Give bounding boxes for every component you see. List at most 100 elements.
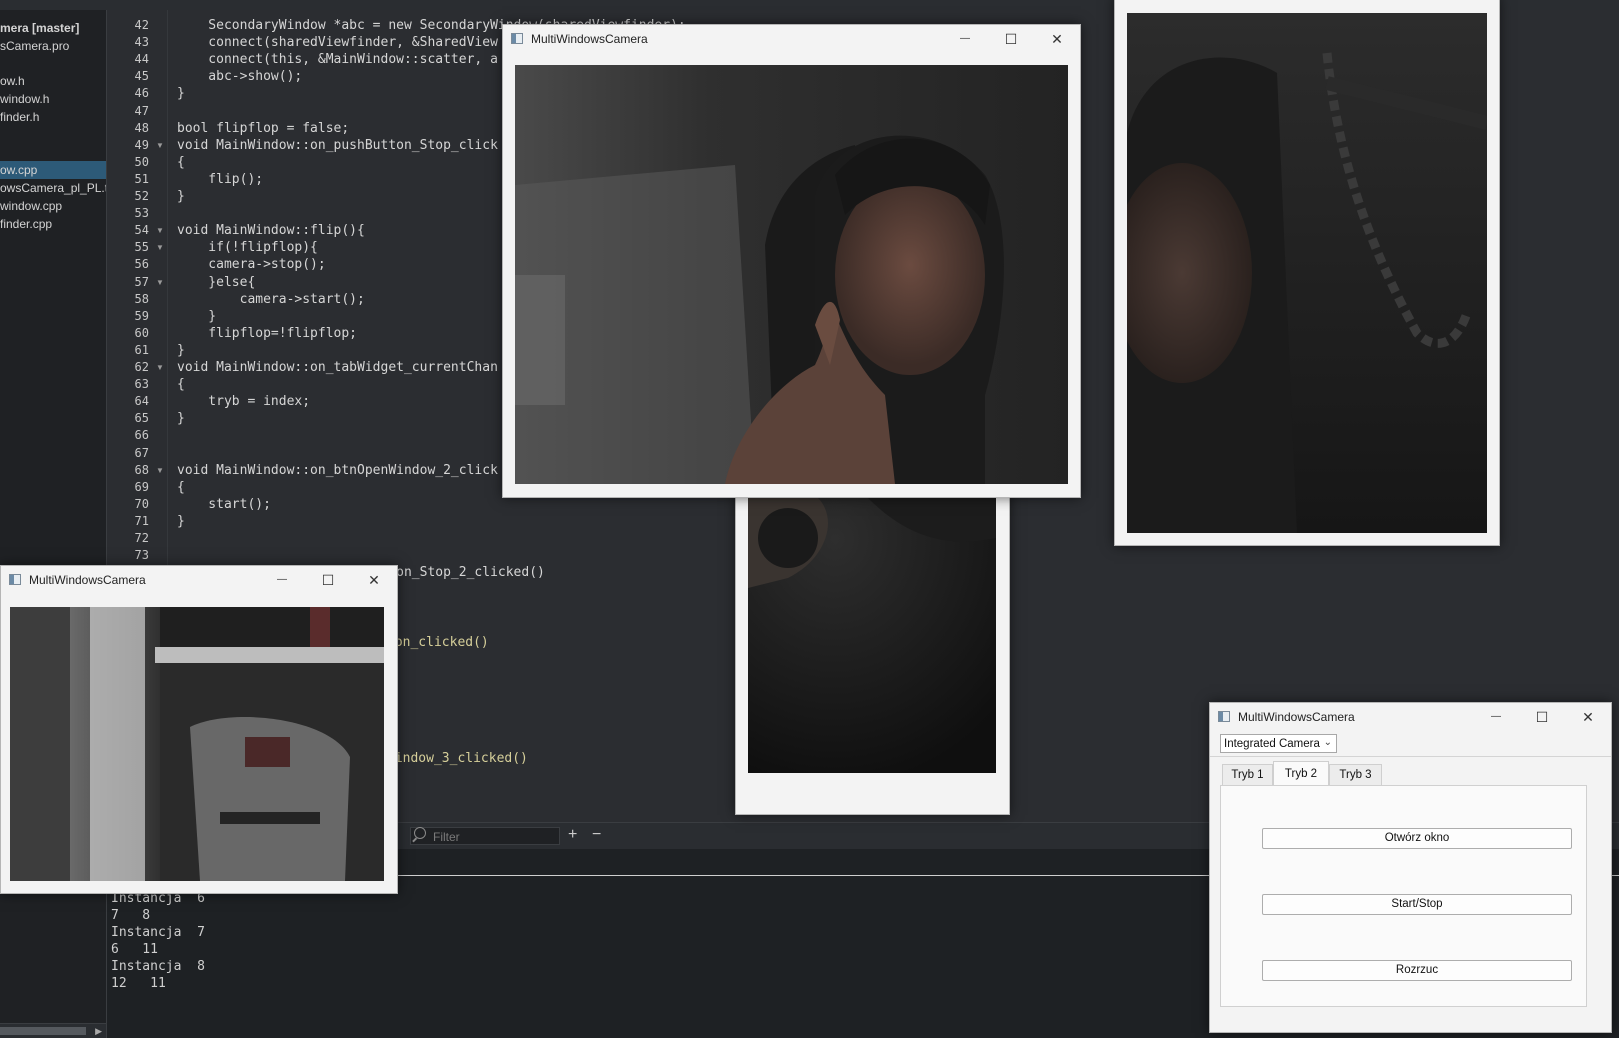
line-number: 60 — [134, 325, 149, 340]
window-title: MultiWindowsCamera — [531, 32, 648, 46]
line-number: 44 — [134, 52, 149, 67]
code-line: bool flipflop = false; — [177, 120, 350, 136]
close-button[interactable]: ✕ — [1565, 703, 1611, 731]
start-stop-button[interactable]: Start/Stop — [1262, 894, 1572, 915]
tab-content-pane: Otwórz okno Start/Stop Rozrzuc — [1220, 785, 1587, 1007]
camera-viewfinder — [1127, 13, 1487, 533]
code-line: connect(sharedViewfinder, &SharedView — [177, 35, 498, 51]
main-control-window[interactable]: MultiWindowsCamera — ☐ ✕ Integrated Came… — [1209, 702, 1612, 1033]
code-line: abc->show(); — [177, 69, 303, 85]
chevron-down-icon: ⌄ — [1323, 737, 1332, 748]
line-number: 65 — [134, 411, 149, 426]
code-line: } — [177, 189, 185, 204]
fold-toggle-icon[interactable]: ▼ — [156, 359, 164, 376]
fold-toggle-icon[interactable]: ▼ — [156, 274, 164, 291]
project-tree-item[interactable]: finder.h — [0, 108, 39, 126]
open-window-button[interactable]: Otwórz okno — [1262, 828, 1572, 849]
fold-toggle-icon[interactable]: ▼ — [156, 462, 164, 479]
line-number: 54 — [134, 223, 149, 238]
project-tree-item[interactable]: sCamera.pro — [0, 37, 69, 55]
project-tree-item[interactable]: window.cpp — [0, 197, 62, 215]
line-number: 62 — [134, 360, 149, 374]
line-number: 45 — [134, 69, 149, 84]
project-tree-item[interactable]: owsCamera_pl_PL.ts — [0, 179, 106, 197]
zoom-in-button[interactable]: + — [568, 826, 577, 844]
line-number: 55 — [134, 240, 149, 255]
line-number: 46 — [134, 86, 149, 101]
output-line: Instancja 7 — [111, 925, 205, 940]
line-number: 48 — [134, 120, 149, 135]
camera-window-portrait-center[interactable] — [735, 480, 1010, 815]
maximize-button[interactable]: ☐ — [988, 25, 1034, 53]
output-line: Instancja 8 — [111, 959, 205, 974]
line-number: 53 — [134, 206, 149, 221]
output-line: 7 8 — [111, 908, 151, 923]
line-number: 49 — [134, 137, 149, 152]
project-tree-item[interactable]: finder.cpp — [0, 215, 52, 233]
app-icon — [511, 33, 523, 44]
application-output: Klatka: 2972 Rozmiar: 1280 720Instancja … — [107, 874, 1187, 1038]
line-number: 72 — [134, 531, 149, 545]
project-tree-item[interactable]: ow.cpp — [0, 161, 106, 180]
maximize-button[interactable]: ☐ — [305, 566, 351, 594]
scroll-right-icon[interactable]: ▶ — [95, 1024, 102, 1038]
scatter-button[interactable]: Rozrzuc — [1262, 960, 1572, 981]
sidebar-horizontal-scrollbar[interactable]: ▶ — [0, 1023, 106, 1038]
code-line: tryb = index; — [177, 394, 311, 410]
code-line: if(!flipflop){ — [177, 240, 318, 256]
line-number: 73 — [134, 548, 149, 563]
code-line: { — [177, 154, 185, 170]
output-filter-input[interactable]: Filter — [410, 827, 560, 845]
camera-viewfinder — [10, 607, 384, 881]
tab-tryb-3[interactable]: Tryb 3 — [1329, 764, 1382, 785]
camera-select-dropdown[interactable]: Integrated Camera ⌄ — [1220, 734, 1337, 753]
minimize-button[interactable]: — — [259, 566, 305, 594]
close-button[interactable]: ✕ — [1034, 25, 1080, 53]
camera-window-left[interactable]: MultiWindowsCamera — ☐ ✕ — [0, 565, 398, 894]
code-line: camera->stop(); — [177, 257, 326, 273]
code-line: } — [177, 411, 185, 427]
code-line: start(); — [177, 496, 271, 512]
line-number: 69 — [134, 479, 149, 494]
minimize-button[interactable]: — — [1473, 703, 1519, 731]
fold-toggle-icon[interactable]: ▼ — [156, 222, 164, 239]
zoom-out-button[interactable]: − — [592, 826, 601, 844]
line-number: 56 — [134, 257, 149, 272]
line-number: 70 — [134, 496, 149, 511]
code-line: } — [177, 86, 185, 102]
project-tree-item[interactable]: window.h — [0, 90, 49, 108]
tab-tryb-1[interactable]: Tryb 1 — [1222, 764, 1273, 785]
output-line: 6 11 — [111, 942, 158, 957]
line-number: 58 — [134, 291, 149, 306]
code-line: void MainWindow::on_tabWidget_currentCha… — [177, 360, 498, 375]
close-button[interactable]: ✕ — [351, 566, 397, 594]
fold-toggle-icon[interactable]: ▼ — [156, 239, 164, 256]
maximize-button[interactable]: ☐ — [1519, 703, 1565, 731]
code-line: flip(); — [177, 171, 264, 187]
code-line: } — [177, 513, 185, 529]
title-bar[interactable]: MultiWindowsCamera — ☐ ✕ — [1, 566, 397, 594]
code-line: void MainWindow::on_btnOpenWindow_2_clic… — [177, 462, 498, 478]
camera-viewfinder — [748, 498, 996, 773]
line-number: 42 — [134, 18, 149, 32]
line-number: 66 — [134, 428, 149, 443]
code-line: { — [177, 479, 185, 495]
title-bar[interactable]: MultiWindowsCamera — ☐ ✕ — [503, 25, 1080, 53]
code-line: }else{ — [177, 274, 256, 290]
code-line: } — [177, 342, 185, 358]
fold-toggle-icon[interactable]: ▼ — [156, 137, 164, 154]
camera-window-portrait-right[interactable] — [1114, 0, 1500, 546]
code-line-partial: Window_3_clicked() — [387, 751, 528, 766]
project-tree-item[interactable]: ow.h — [0, 72, 25, 90]
line-number: 63 — [134, 377, 149, 392]
project-tree-item[interactable]: mera [master] — [0, 19, 79, 37]
camera-window-main[interactable]: MultiWindowsCamera — ☐ ✕ — [502, 24, 1081, 498]
code-line: void MainWindow::flip(){ — [177, 223, 365, 239]
title-bar[interactable]: MultiWindowsCamera — ☐ ✕ — [1210, 703, 1611, 731]
window-title: MultiWindowsCamera — [29, 573, 146, 587]
line-number: 50 — [134, 154, 149, 169]
minimize-button[interactable]: — — [942, 25, 988, 53]
scrollbar-thumb[interactable] — [0, 1027, 86, 1035]
code-line: { — [177, 377, 185, 393]
tab-tryb-2[interactable]: Tryb 2 — [1273, 761, 1329, 786]
